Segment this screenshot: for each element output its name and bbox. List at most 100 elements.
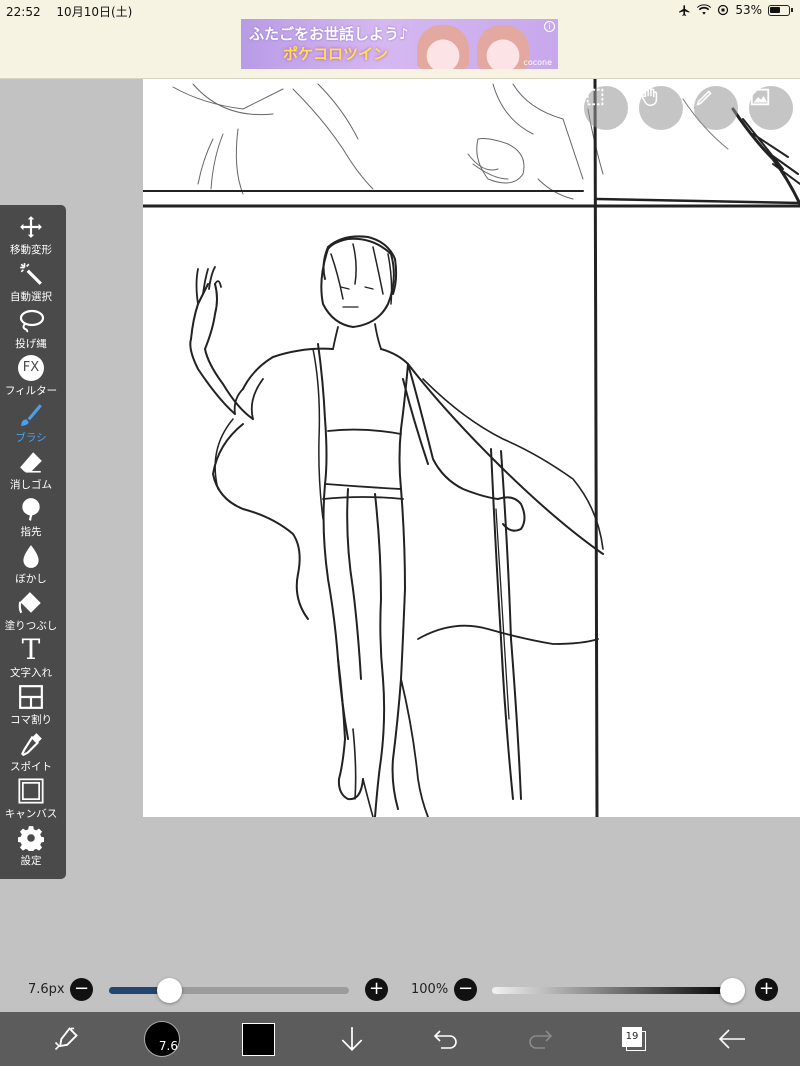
tool-magic-wand[interactable]: 自動選択 [0, 260, 62, 307]
tool-label: 移動変形 [10, 244, 52, 256]
blur-icon [23, 545, 39, 568]
size-increase-button[interactable]: + [365, 978, 388, 1001]
tool-label: コマ割り [10, 714, 52, 726]
fill-icon [18, 592, 41, 614]
top-bar: 22:52 10月10日(土) 53% ふたごをお世話しよう♪ ポケコロツイン … [0, 0, 800, 79]
tool-fill[interactable]: 塗りつぶし [0, 589, 62, 636]
orientation-lock-icon [718, 4, 729, 16]
brush-size-badge: 7.6 [158, 1039, 178, 1053]
tool-label: スポイト [10, 761, 52, 773]
move-icon [20, 216, 42, 238]
hand-icon [641, 87, 658, 106]
tool-label: 投げ縄 [15, 338, 47, 350]
tool-label: ぼかし [15, 573, 47, 585]
brush-preview-button[interactable]: 7.6 [142, 1012, 182, 1066]
eraser-icon [20, 452, 42, 473]
tool-text[interactable]: T 文字入れ [0, 636, 62, 683]
lasso-icon [19, 309, 45, 333]
color-swatch [241, 1022, 275, 1056]
back-button[interactable] [710, 1012, 754, 1066]
tool-label: 文字入れ [10, 667, 52, 679]
battery-icon [768, 4, 793, 16]
ad-info-icon[interactable]: i [544, 21, 555, 32]
ad-character-right [477, 25, 529, 69]
airplane-icon [679, 4, 690, 16]
canvas-icon [18, 778, 44, 804]
tool-smudge[interactable]: 指先 [0, 495, 62, 542]
transform-button[interactable] [46, 1012, 86, 1066]
status-bar-left: 22:52 10月10日(土) [6, 3, 144, 20]
brush-size-knob[interactable] [156, 978, 182, 1003]
tool-label: 指先 [20, 526, 42, 538]
opacity-label: 100% [411, 982, 449, 997]
status-time: 22:52 [6, 5, 41, 19]
tool-canvas[interactable]: キャンバス [0, 777, 62, 824]
ad-title: ポケコロツイン [283, 45, 389, 63]
transform-icon [54, 1027, 78, 1051]
tool-label: ブラシ [15, 432, 47, 444]
pen-icon [696, 90, 712, 106]
magic-wand-icon [20, 263, 42, 285]
frame-divider-icon [19, 685, 43, 709]
image-tool-button[interactable] [749, 86, 793, 130]
layer-count: 19 [622, 1027, 642, 1047]
status-date: 10月10日(土) [56, 5, 133, 19]
fx-icon: FX [18, 355, 44, 381]
tool-palette: 移動変形 自動選択 投げ縄 FX フィルター ブラシ 消しゴム 指先 ぼかし 塗… [0, 205, 66, 879]
hand-tool-button[interactable] [639, 86, 683, 130]
status-bar-right: 53% [678, 3, 793, 17]
image-icon [750, 88, 770, 106]
brush-icon [21, 404, 42, 426]
tool-eraser[interactable]: 消しゴム [0, 448, 62, 495]
brush-size-slider[interactable] [109, 987, 349, 994]
size-decrease-button[interactable]: − [70, 978, 93, 1001]
eyedropper-icon [21, 733, 42, 757]
ad-character-left [417, 25, 469, 69]
select-icon [586, 88, 604, 106]
layers-icon: 19 [621, 1026, 647, 1052]
tool-label: 塗りつぶし [4, 620, 58, 632]
pen-tool-button[interactable] [694, 86, 738, 130]
tool-filter[interactable]: FX フィルター [0, 354, 62, 401]
undo-button[interactable] [426, 1012, 466, 1066]
layers-button[interactable]: 19 [614, 1012, 654, 1066]
opacity-increase-button[interactable]: + [755, 978, 778, 1001]
ad-headline: ふたごをお世話しよう♪ [249, 25, 409, 43]
tool-label: 消しゴム [10, 479, 52, 491]
bottom-bar: 7.6 19 [0, 1012, 800, 1066]
sketch-artwork [143, 79, 800, 817]
tool-label: 自動選択 [10, 291, 52, 303]
tool-label: フィルター [4, 385, 58, 397]
brush-sliders: 7.6px − + 100% − + [0, 966, 800, 1012]
tool-eyedropper[interactable]: スポイト [0, 730, 62, 777]
gear-icon [18, 826, 44, 851]
tool-brush[interactable]: ブラシ [0, 401, 62, 448]
tool-blur[interactable]: ぼかし [0, 542, 62, 589]
ad-brand: cocone [523, 58, 552, 67]
redo-icon [529, 1030, 553, 1049]
tool-lasso[interactable]: 投げ縄 [0, 307, 62, 354]
drawing-canvas[interactable] [143, 79, 800, 817]
brush-preview: 7.6 [144, 1021, 180, 1057]
brush-size-label: 7.6px [28, 982, 65, 997]
tool-frame-divider[interactable]: コマ割り [0, 683, 62, 730]
tool-label: キャンバス [4, 808, 58, 820]
ad-banner[interactable]: ふたごをお世話しよう♪ ポケコロツイン cocone i [241, 19, 558, 69]
arrow-down-icon [341, 1027, 363, 1051]
redo-button[interactable] [520, 1012, 560, 1066]
download-button[interactable] [332, 1012, 372, 1066]
undo-icon [433, 1030, 457, 1049]
battery-percent: 53% [735, 3, 762, 17]
back-arrow-icon [718, 1029, 745, 1049]
color-button[interactable] [238, 1012, 278, 1066]
wifi-icon [697, 4, 712, 15]
opacity-slider[interactable] [492, 987, 732, 994]
tool-settings[interactable]: 設定 [0, 824, 62, 871]
select-tool-button[interactable] [584, 86, 628, 130]
smudge-icon [22, 498, 40, 521]
opacity-knob[interactable] [719, 978, 745, 1003]
tool-move[interactable]: 移動変形 [0, 213, 62, 260]
opacity-decrease-button[interactable]: − [454, 978, 477, 1001]
tool-label: 設定 [20, 855, 42, 867]
text-icon: T [21, 633, 41, 666]
